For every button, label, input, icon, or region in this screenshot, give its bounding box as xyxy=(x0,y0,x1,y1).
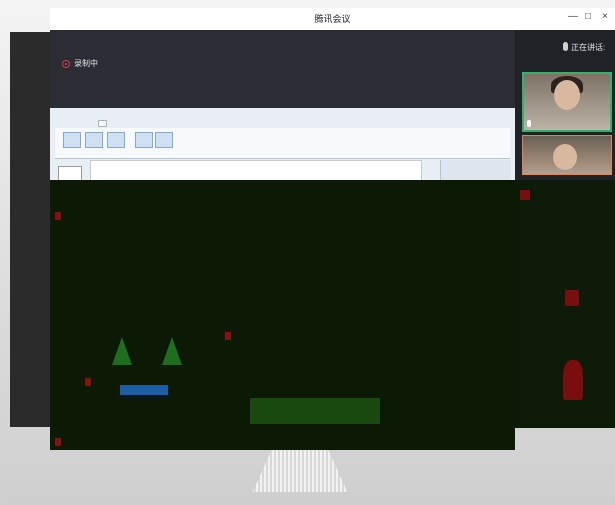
ribbon-tab xyxy=(128,120,129,127)
minimize-icon[interactable]: — xyxy=(568,11,578,22)
artifact-mark xyxy=(85,378,91,386)
participant-sidebar: 正在讲话: xyxy=(515,30,615,428)
artifact-mark xyxy=(565,290,579,306)
mic-icon xyxy=(563,42,568,51)
highlight-block xyxy=(250,398,380,424)
sidebar-dark-region xyxy=(515,180,615,428)
recording-label: 录制中 xyxy=(74,59,98,68)
shared-screen-dark-region xyxy=(50,180,515,450)
artifact-mark xyxy=(225,332,231,340)
artifact-mark xyxy=(563,360,583,400)
maximize-icon[interactable]: □ xyxy=(585,11,591,22)
tree-shape xyxy=(162,337,182,365)
record-icon xyxy=(62,59,70,68)
participant-face xyxy=(553,144,577,170)
artifact-mark xyxy=(520,190,530,200)
ribbon-tab xyxy=(76,120,77,127)
recording-indicator[interactable]: 录制中 xyxy=(62,58,98,69)
speaking-label: 正在讲话: xyxy=(571,43,606,52)
ribbon-button xyxy=(63,132,81,148)
ribbon-tab-active xyxy=(98,120,107,127)
ribbon-tabs xyxy=(65,120,129,127)
monitor-base xyxy=(10,492,615,500)
mic-icon xyxy=(527,120,531,127)
participant-label xyxy=(527,120,533,127)
close-icon[interactable]: × xyxy=(602,11,608,22)
ribbon-button xyxy=(155,132,173,148)
participant-video[interactable] xyxy=(522,135,612,175)
participant-face xyxy=(554,80,580,110)
ribbon-button xyxy=(85,132,103,148)
ribbon-button xyxy=(107,132,125,148)
artifact-mark xyxy=(55,438,61,446)
window-title: 腾讯会议 xyxy=(314,14,351,24)
participant-video[interactable] xyxy=(522,72,612,132)
tree-shape xyxy=(112,337,132,365)
highlight-block xyxy=(120,385,168,395)
ribbon-tab xyxy=(87,120,88,127)
ribbon-tab xyxy=(65,120,66,127)
ribbon xyxy=(55,128,510,159)
meeting-window: 腾讯会议 — □ × 录制中 正在讲话: xyxy=(50,8,615,450)
shared-screen-area: 录制中 xyxy=(50,30,515,450)
title-bar: 腾讯会议 — □ × xyxy=(50,8,615,30)
ribbon-button xyxy=(135,132,153,148)
artifact-mark xyxy=(55,212,61,220)
ribbon-tab xyxy=(117,120,118,127)
